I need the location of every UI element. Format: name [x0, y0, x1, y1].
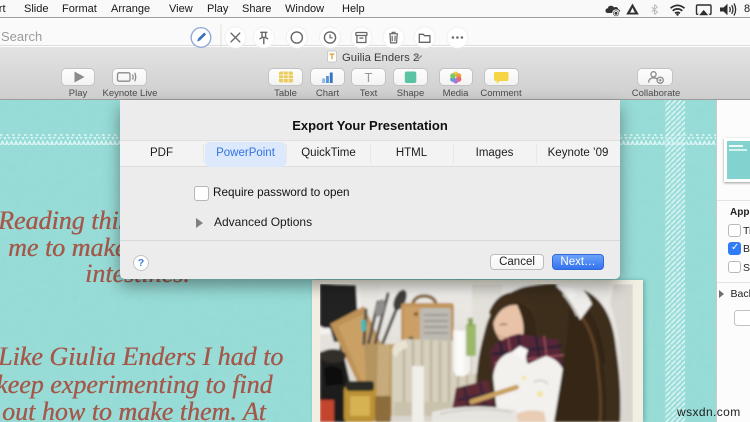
svg-text:T: T — [365, 70, 373, 85]
